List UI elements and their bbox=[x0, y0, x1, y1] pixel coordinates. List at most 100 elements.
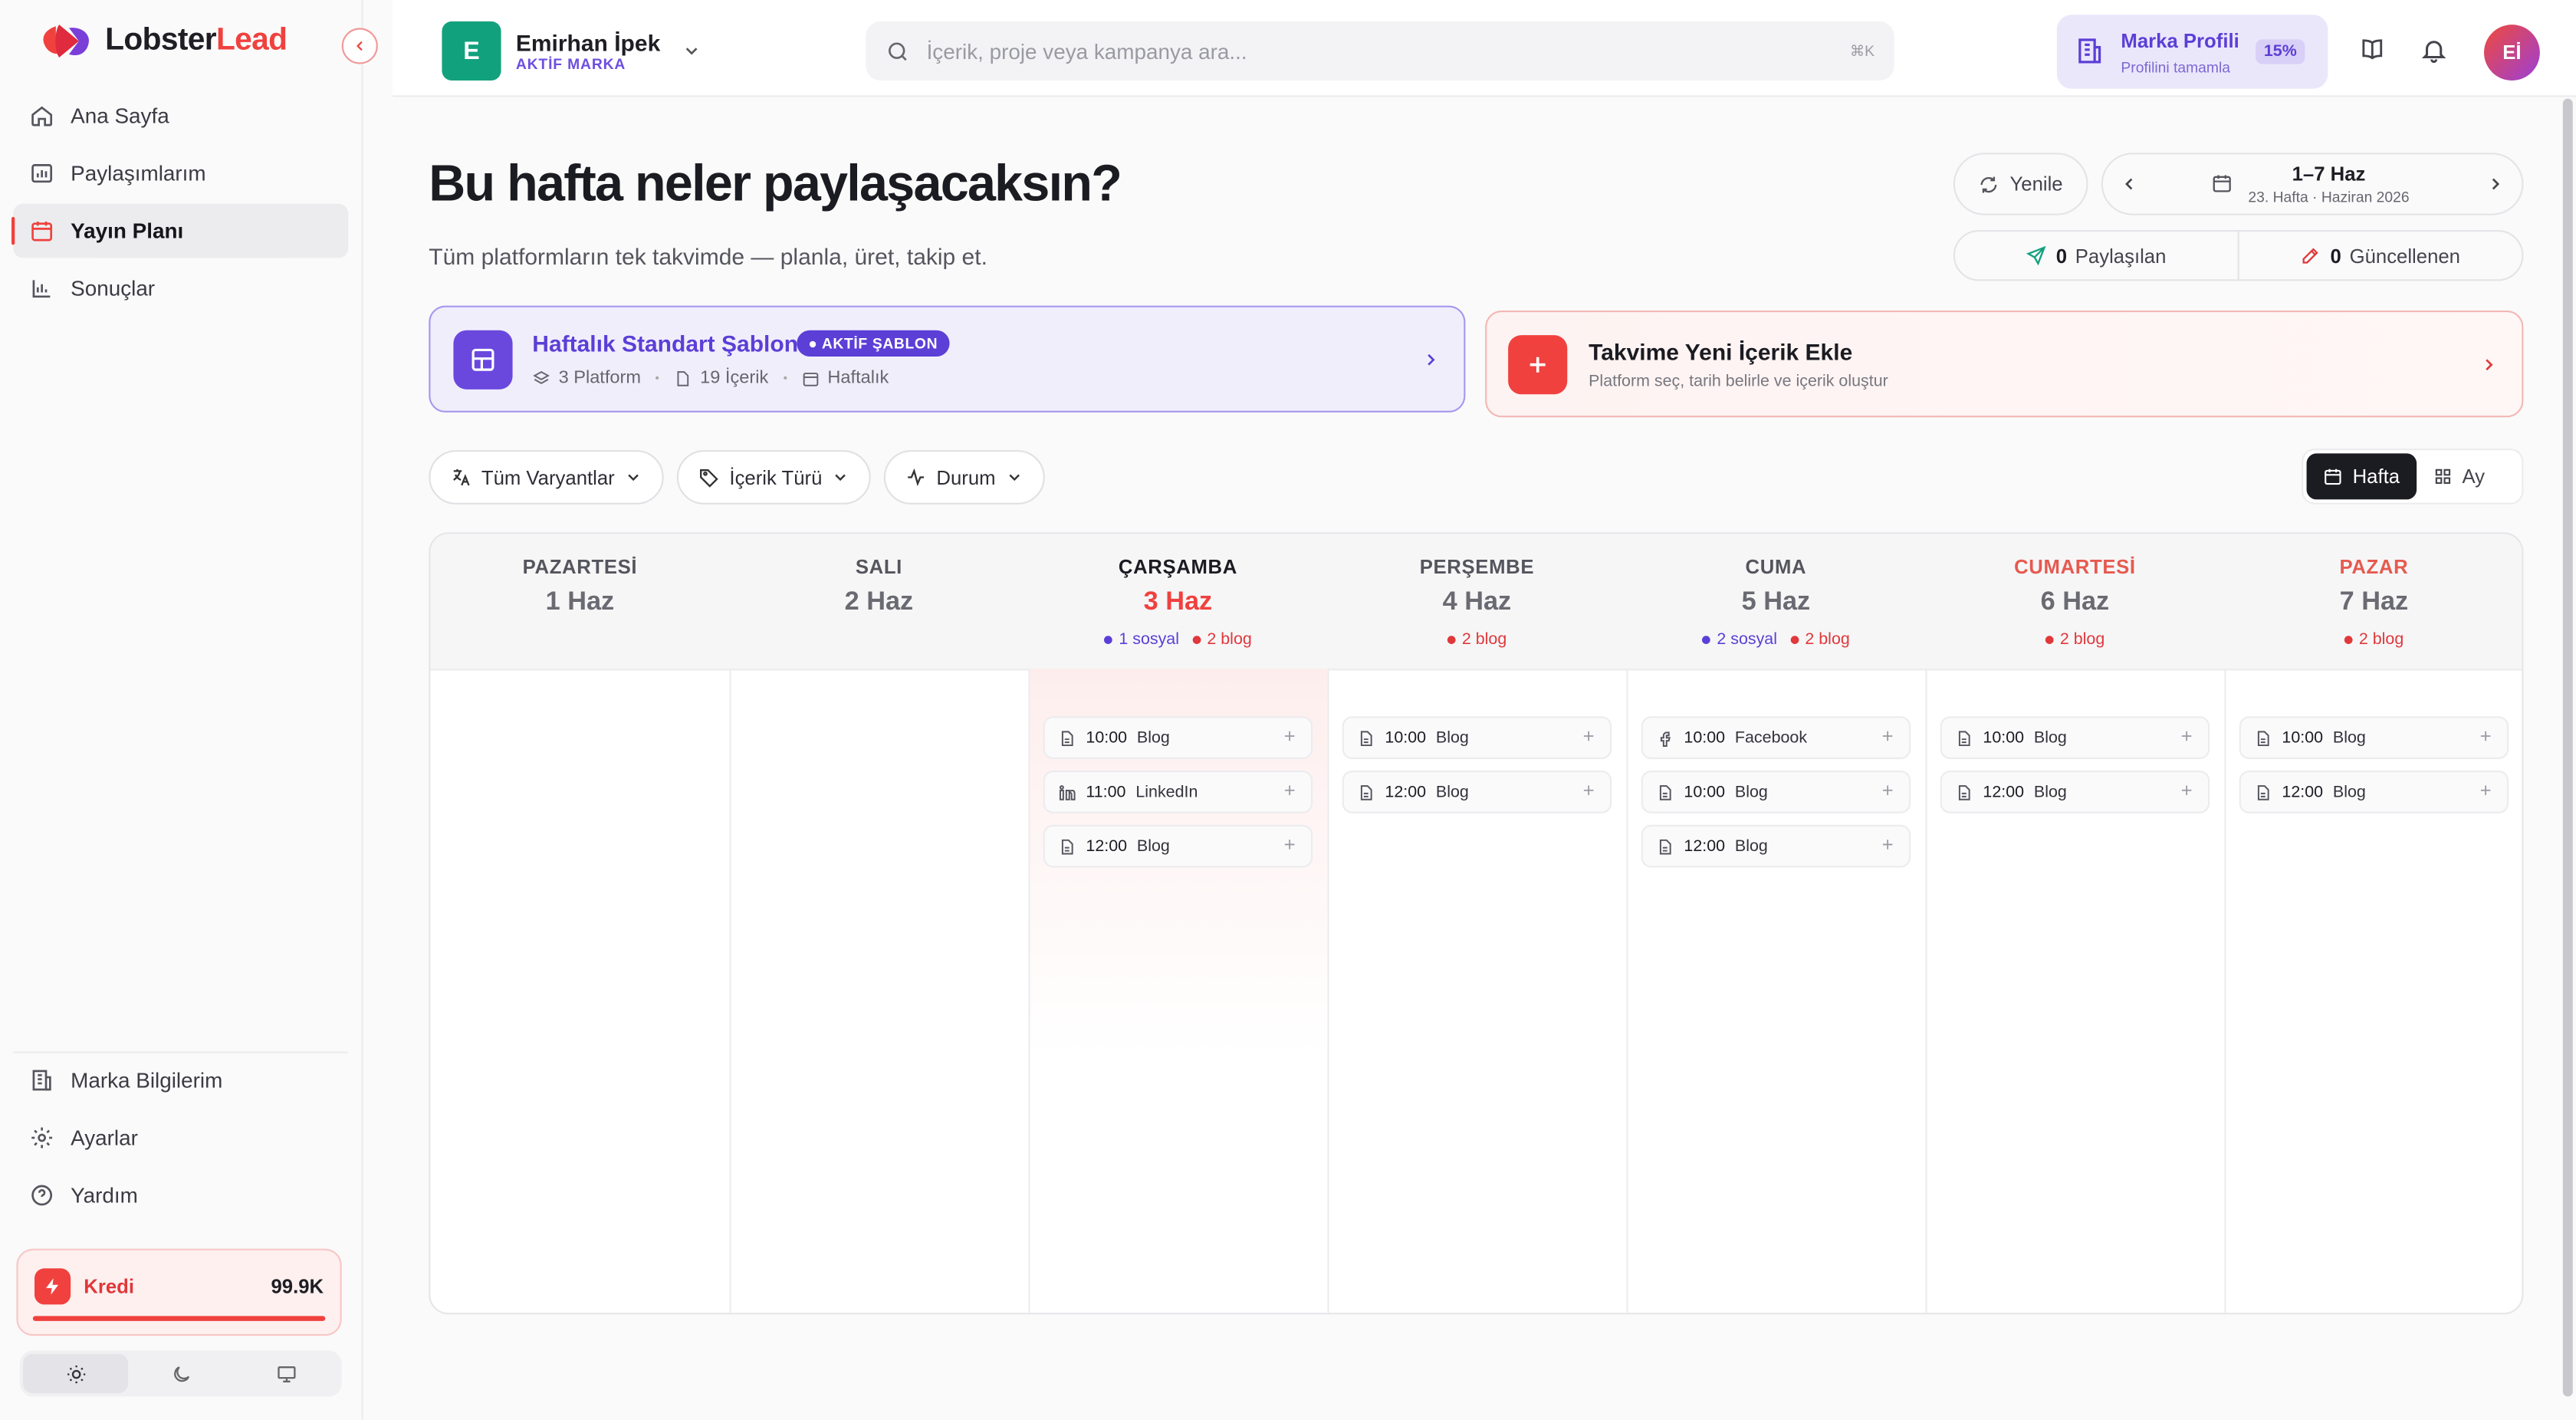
column-divider bbox=[1626, 669, 1628, 1313]
add-to-slot-icon[interactable] bbox=[1281, 837, 1297, 853]
chart-box-icon bbox=[30, 161, 54, 186]
day-tags: 2 blog bbox=[1327, 631, 1626, 649]
bar-chart-icon bbox=[30, 276, 54, 301]
event-label: Blog bbox=[1435, 783, 1469, 801]
calendar-event[interactable]: 11:00 LinkedIn bbox=[1043, 770, 1313, 814]
event-label: Blog bbox=[1734, 837, 1768, 856]
monitor-icon bbox=[275, 1363, 297, 1385]
calendar-event[interactable]: 10:00 Blog bbox=[1940, 716, 2210, 759]
logo-text: LobsterLead bbox=[105, 23, 288, 58]
week-view-button[interactable]: Hafta bbox=[2306, 453, 2417, 500]
tag-icon bbox=[698, 467, 720, 488]
logo[interactable]: LobsterLead bbox=[39, 20, 288, 63]
day-name: PERŞEMBE bbox=[1419, 555, 1535, 579]
content-type-filter[interactable]: İçerik Türü bbox=[676, 450, 872, 505]
day-name: PAZAR bbox=[2339, 555, 2409, 579]
theme-light-button[interactable] bbox=[23, 1353, 129, 1394]
sidebar-item-label: Yardım bbox=[71, 1182, 138, 1208]
day-date: 2 Haz bbox=[844, 588, 914, 616]
page-scrollbar[interactable] bbox=[2562, 98, 2573, 1397]
add-to-slot-icon[interactable] bbox=[1879, 728, 1895, 744]
calendar-event[interactable]: 10:00 Blog bbox=[1043, 716, 1313, 759]
sidebar-item-label: Marka Bilgilerim bbox=[71, 1067, 223, 1093]
blog-count-tag: 2 blog bbox=[1790, 631, 1850, 649]
brand-selector[interactable]: E Emirhan İpek AKTİF MARKA bbox=[442, 21, 701, 81]
sidebar-item-ana-sayfa[interactable]: Ana Sayfa bbox=[13, 89, 348, 143]
doc-icon bbox=[1955, 783, 1973, 801]
user-avatar[interactable]: Eİ bbox=[2484, 25, 2540, 81]
sidebar-item-marka-bilgilerim[interactable]: Marka Bilgilerim bbox=[13, 1053, 348, 1108]
refresh-button[interactable]: Yenile bbox=[1953, 153, 2088, 215]
credit-progress-bar bbox=[32, 1316, 326, 1321]
linkedin-icon bbox=[1058, 783, 1076, 801]
theme-dark-button[interactable] bbox=[128, 1354, 233, 1393]
calendar-event[interactable]: 12:00 Blog bbox=[1043, 824, 1313, 868]
credit-card[interactable]: Kredi 99.9K bbox=[16, 1248, 342, 1336]
social-count-tag: 2 sosyal bbox=[1702, 631, 1777, 649]
event-time: 12:00 bbox=[1086, 837, 1128, 856]
add-content-card[interactable]: Takvime Yeni İçerik Ekle Platform seç, t… bbox=[1485, 311, 2524, 418]
sidebar-collapse-button[interactable] bbox=[341, 28, 378, 64]
search-bar[interactable]: ⌘K bbox=[866, 21, 1894, 81]
add-to-slot-icon[interactable] bbox=[1580, 728, 1596, 744]
event-label: Blog bbox=[2332, 783, 2366, 801]
bell-icon[interactable] bbox=[2420, 36, 2447, 64]
sidebar-item-label: Sonuçlar bbox=[71, 276, 156, 301]
add-to-slot-icon[interactable] bbox=[1580, 782, 1596, 798]
theme-system-button[interactable] bbox=[233, 1354, 338, 1393]
day-date: 1 Haz bbox=[545, 588, 615, 616]
calendar-event[interactable]: 10:00 Blog bbox=[1641, 770, 1911, 814]
doc-icon bbox=[674, 369, 692, 387]
blog-count-tag: 2 blog bbox=[2344, 631, 2404, 649]
brand-avatar: E bbox=[442, 21, 501, 81]
add-to-slot-icon[interactable] bbox=[2178, 728, 2194, 744]
book-icon[interactable] bbox=[2359, 36, 2385, 62]
sidebar-item-ayarlar[interactable]: Ayarlar bbox=[13, 1111, 348, 1165]
calendar-event[interactable]: 12:00 Blog bbox=[1641, 824, 1911, 868]
doc-icon bbox=[1656, 783, 1674, 801]
status-filter[interactable]: Durum bbox=[883, 450, 1045, 505]
calendar-event[interactable]: 12:00 Blog bbox=[1342, 770, 1612, 814]
event-time: 11:00 bbox=[1086, 783, 1126, 801]
chevron-down-icon bbox=[682, 41, 702, 61]
calendar-event[interactable]: 12:00 Blog bbox=[1940, 770, 2210, 814]
sidebar-item-yardim[interactable]: Yardım bbox=[13, 1169, 348, 1223]
sidebar-item-paylasimlarim[interactable]: Paylaşımlarım bbox=[13, 146, 348, 201]
column-divider bbox=[1327, 669, 1329, 1313]
calendar-event[interactable]: 10:00 Facebook bbox=[1641, 716, 1911, 759]
add-to-slot-icon[interactable] bbox=[2477, 728, 2493, 744]
next-week-button[interactable] bbox=[2486, 174, 2505, 194]
add-to-slot-icon[interactable] bbox=[1879, 782, 1895, 798]
add-to-slot-icon[interactable] bbox=[1281, 728, 1297, 744]
variants-filter[interactable]: Tüm Varyantlar bbox=[429, 450, 665, 505]
calendar-event[interactable]: 10:00 Blog bbox=[1342, 716, 1612, 759]
week-range: 1–7 Haz bbox=[2292, 163, 2366, 186]
month-view-button[interactable]: Ay bbox=[2416, 453, 2501, 499]
column-divider bbox=[2224, 669, 2226, 1313]
updated-stat[interactable]: 0 Güncellenen bbox=[2237, 232, 2522, 280]
day-date: 4 Haz bbox=[1442, 588, 1512, 616]
search-input[interactable] bbox=[923, 37, 1837, 65]
calendar-event[interactable]: 10:00 Blog bbox=[2239, 716, 2509, 759]
active-template-card[interactable]: Haftalık Standart Şablon ● AKTİF ŞABLON … bbox=[429, 305, 1466, 413]
day-tags: 2 blog bbox=[1925, 631, 2224, 649]
add-to-slot-icon[interactable] bbox=[2178, 782, 2194, 798]
send-icon bbox=[2026, 245, 2048, 266]
social-count-tag: 1 sosyal bbox=[1104, 631, 1179, 649]
week-subtitle: 23. Hafta · Haziran 2026 bbox=[2248, 189, 2410, 205]
day-name: SALI bbox=[855, 555, 902, 579]
search-shortcut: ⌘K bbox=[1849, 41, 1875, 59]
shared-stat[interactable]: 0 Paylaşılan bbox=[1955, 232, 2238, 279]
brand-profile-card[interactable]: Marka Profili Profilini tamamla 15% bbox=[2056, 15, 2328, 89]
day-name: CUMARTESİ bbox=[2014, 555, 2136, 579]
sidebar-item-yayin-plani[interactable]: Yayın Planı bbox=[11, 203, 349, 258]
theme-switcher bbox=[19, 1350, 342, 1397]
sidebar-item-label: Yayın Planı bbox=[71, 219, 184, 244]
add-to-slot-icon[interactable] bbox=[1879, 837, 1895, 853]
day-header: CUMARTESİ 6 Haz 2 blog bbox=[1925, 534, 2224, 669]
calendar-event[interactable]: 12:00 Blog bbox=[2239, 770, 2509, 814]
building-icon bbox=[30, 1068, 54, 1093]
add-to-slot-icon[interactable] bbox=[2477, 782, 2493, 798]
sidebar-item-sonuclar[interactable]: Sonuçlar bbox=[13, 261, 348, 316]
add-to-slot-icon[interactable] bbox=[1281, 782, 1297, 798]
